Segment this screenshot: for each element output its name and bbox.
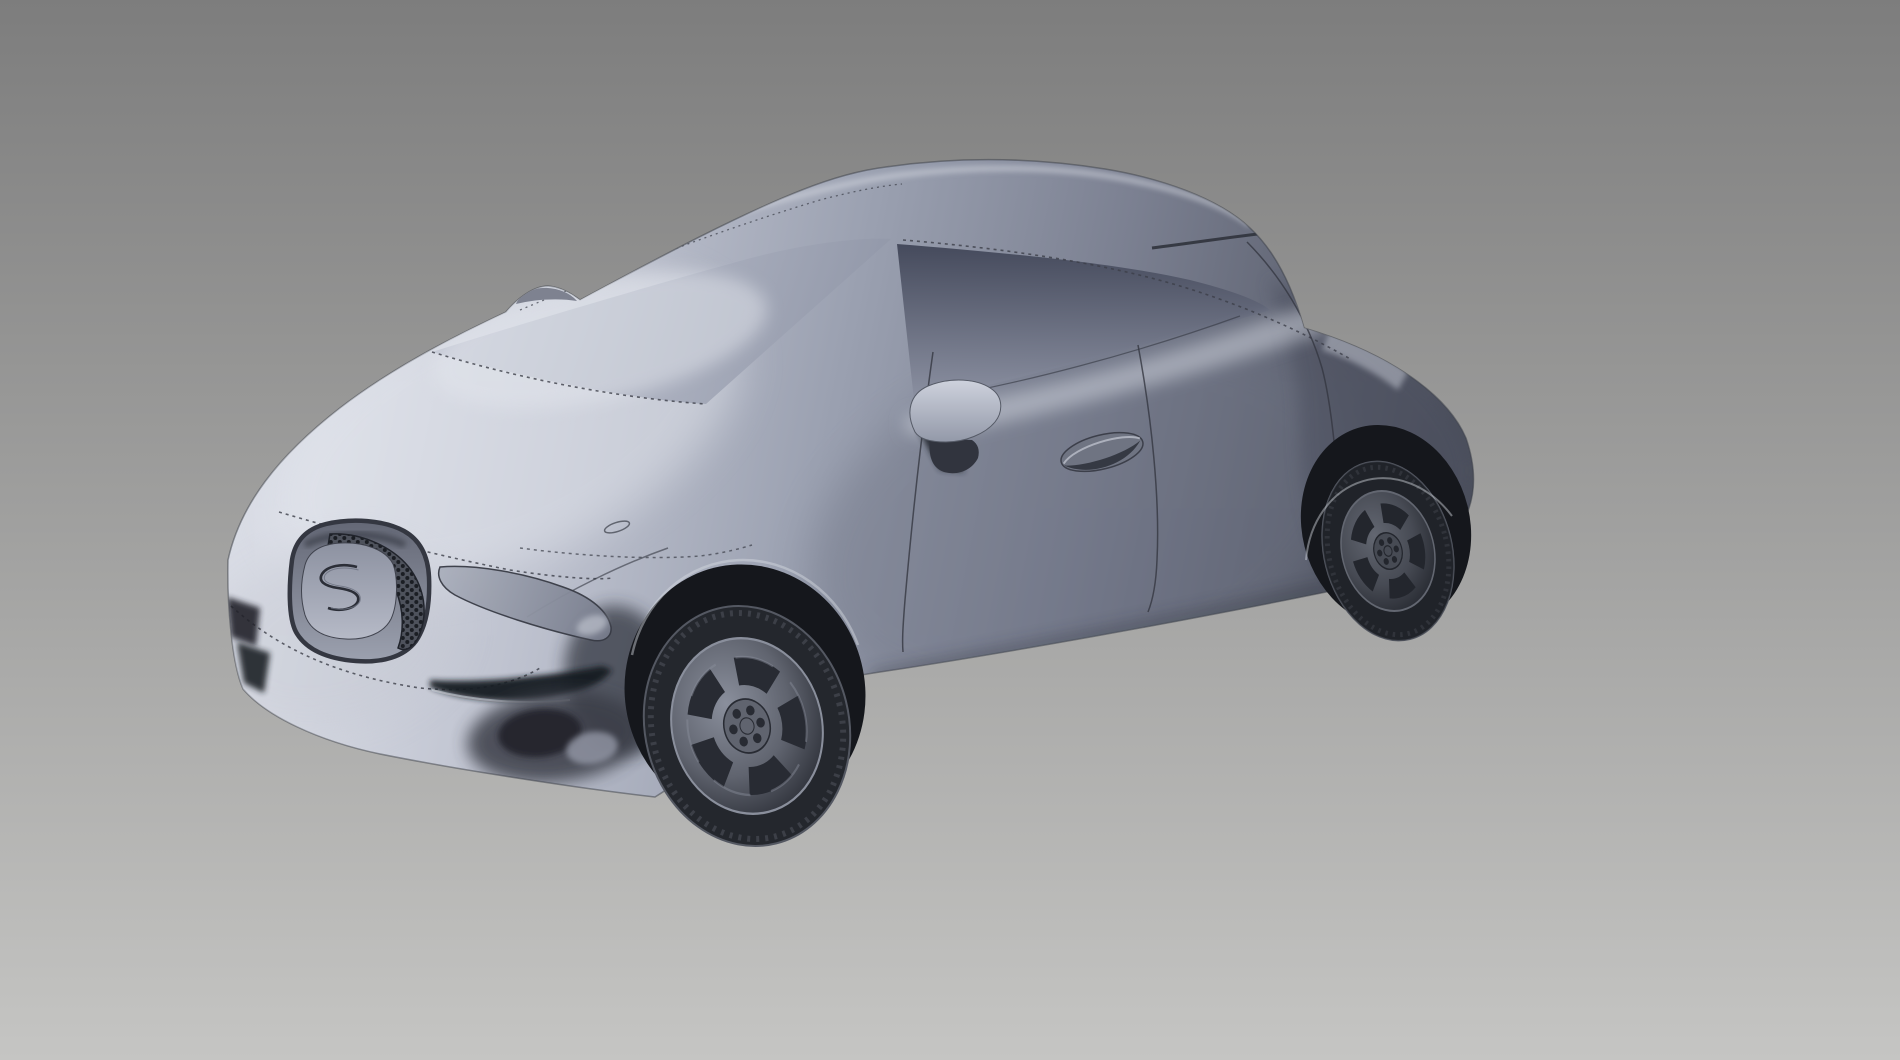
front-grille: [290, 521, 429, 662]
cad-viewport-3d[interactable]: [0, 0, 1900, 1060]
car-render-svg: [0, 0, 1900, 1060]
